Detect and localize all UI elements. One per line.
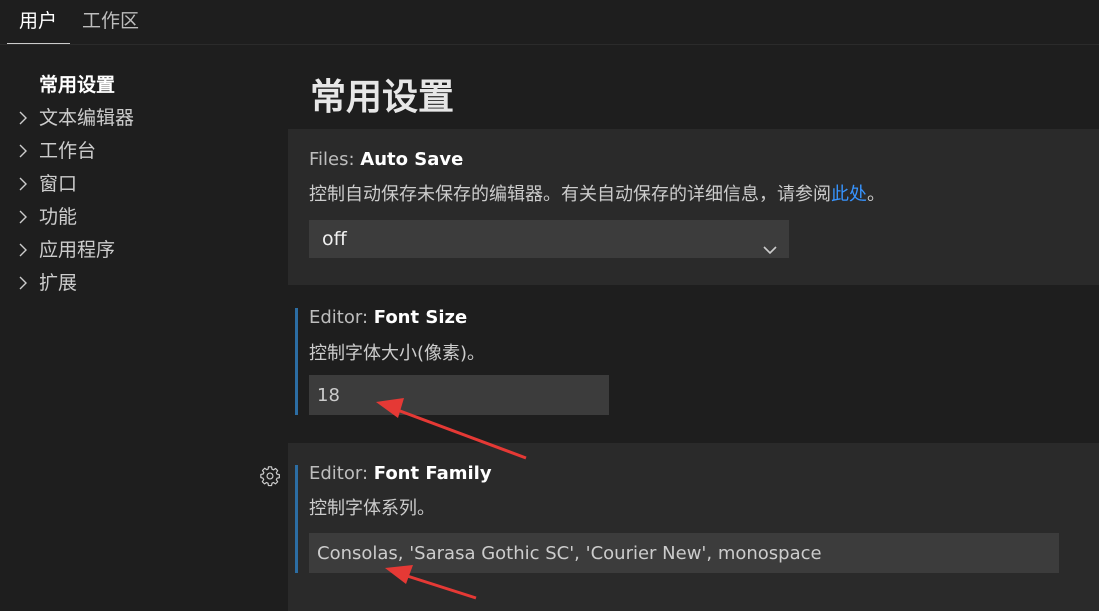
setting-description: 控制自动保存未保存的编辑器。有关自动保存的详细信息，请参阅此处。 [309, 180, 885, 206]
gear-icon[interactable] [259, 465, 281, 487]
setting-name: Font Size [373, 307, 468, 328]
chevron-right-icon [16, 204, 32, 230]
tab-workspace[interactable]: 工作区 [82, 8, 139, 34]
setting-category: Editor: [309, 307, 374, 328]
auto-save-select[interactable]: off [309, 220, 789, 258]
font-family-input[interactable] [309, 533, 1059, 573]
settings-scope-tabs: 用户 工作区 [0, 0, 1099, 45]
setting-name: Font Family [373, 463, 492, 484]
chevron-right-icon [16, 171, 32, 197]
toc-item-label: 文本编辑器 [39, 107, 135, 129]
auto-save-docs-link[interactable]: 此处 [831, 184, 867, 205]
setting-category: Files: [309, 149, 361, 170]
tab-user[interactable]: 用户 [19, 8, 57, 34]
toc-item-label: 常用设置 [39, 74, 116, 96]
toc-item-label: 工作台 [39, 140, 97, 162]
setting-title: Files: Auto Save [309, 149, 463, 170]
chevron-right-icon [16, 138, 32, 164]
description-text: 控制自动保存未保存的编辑器。有关自动保存的详细信息，请参阅 [309, 184, 831, 205]
setting-title: Editor: Font Size [309, 307, 467, 328]
setting-description: 控制字体大小(像素)。 [309, 343, 486, 364]
auto-save-selected-value: off [322, 228, 347, 250]
toc-item-label: 窗口 [39, 173, 78, 195]
chevron-right-icon [16, 105, 32, 131]
toc-item-label: 功能 [39, 206, 78, 228]
tabs-divider [0, 44, 1099, 45]
setting-description: 控制字体系列。 [309, 498, 435, 519]
toc-item-label: 应用程序 [39, 239, 116, 261]
setting-name: Auto Save [360, 149, 464, 170]
setting-category: Editor: [309, 463, 374, 484]
chevron-right-icon [16, 237, 32, 263]
chevron-right-icon [16, 270, 32, 296]
setting-files-auto-save: Files: Auto Save 控制自动保存未保存的编辑器。有关自动保存的详细… [288, 129, 1099, 285]
modified-indicator [295, 465, 298, 573]
setting-title: Editor: Font Family [309, 463, 492, 484]
setting-editor-font-family: Editor: Font Family 控制字体系列。 [288, 443, 1099, 611]
setting-editor-font-size: Editor: Font Size 控制字体大小(像素)。 [288, 305, 1099, 417]
modified-indicator [295, 308, 298, 415]
description-suffix: 。 [867, 184, 885, 205]
font-size-input[interactable] [309, 375, 609, 415]
toc-item-label: 扩展 [39, 272, 78, 294]
page-title: 常用设置 [310, 77, 455, 118]
chevron-down-icon [763, 232, 777, 270]
